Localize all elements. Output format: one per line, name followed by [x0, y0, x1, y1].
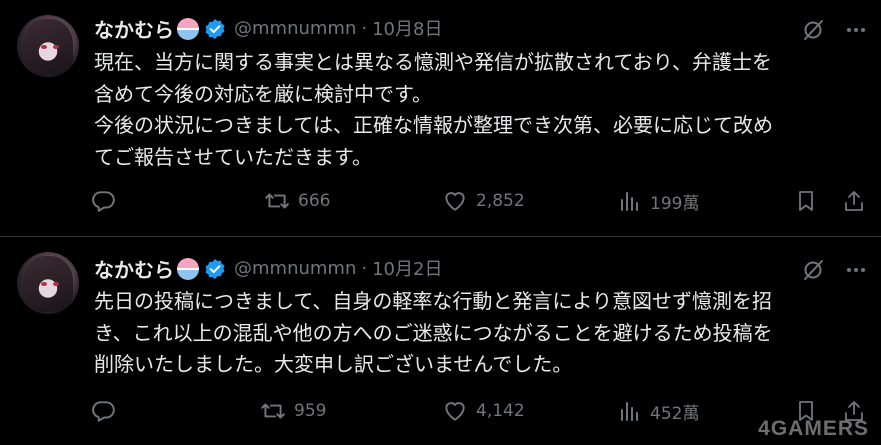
- retweet-button[interactable]: 666: [264, 186, 330, 216]
- tweet-text-line: 含めて今後の対応を厳に検討中です。: [94, 81, 432, 106]
- tweet-date[interactable]: 10月8日: [372, 15, 442, 41]
- share-button[interactable]: [842, 186, 874, 216]
- tweet-text-line: 先日の投稿につきまして、自身の軽率な行動と発言により意図せず憶測を招: [94, 289, 772, 313]
- avatar[interactable]: [17, 252, 79, 314]
- views-icon: [621, 192, 638, 211]
- grok-icon[interactable]: [801, 258, 825, 282]
- like-button[interactable]: 4,142: [442, 396, 525, 426]
- shaved-ice-emoji-icon: [177, 258, 199, 280]
- like-button[interactable]: 2,852: [442, 186, 525, 216]
- grok-icon[interactable]: [801, 18, 825, 42]
- more-icon[interactable]: [845, 259, 867, 281]
- views-count: 452萬: [650, 403, 700, 424]
- tweet-text-line: 現在、当方に関する事実とは異なる憶測や発信が拡散されており、弁護士を: [94, 50, 772, 74]
- like-icon: [445, 192, 465, 211]
- author-handle[interactable]: @mmnummn: [234, 18, 356, 39]
- tweet-text-line: き、これ以上の混乱や他の方へのご迷惑につながることを避けるため投稿を: [94, 320, 773, 345]
- reply-button[interactable]: [90, 396, 124, 426]
- tweet-text-line: てご報告させていただきます。: [94, 144, 372, 169]
- views-icon: [621, 402, 638, 421]
- avatar[interactable]: [17, 15, 79, 77]
- tweet-actions: 666 2,852 199萬: [90, 186, 870, 216]
- tweet-text: 先日の投稿につきまして、自身の軽率な行動と発言により意図せず憶測を招 き、これ以…: [94, 286, 864, 381]
- like-count: 2,852: [476, 191, 525, 211]
- tweet-header: なかむら @mmnummn · 10月2日: [94, 254, 442, 283]
- retweet-icon: [261, 403, 285, 419]
- tweet-date[interactable]: 10月2日: [372, 255, 442, 281]
- retweet-icon: [265, 193, 289, 209]
- tweet[interactable]: なかむら @mmnummn · 10月2日 先日の投稿につきまして、自身の軽率な…: [0, 237, 881, 445]
- author-name[interactable]: なかむら: [94, 14, 174, 43]
- verified-badge-icon: [205, 259, 225, 279]
- shaved-ice-emoji-icon: [177, 18, 199, 40]
- verified-badge-icon: [205, 19, 225, 39]
- separator-dot: ·: [361, 257, 368, 279]
- tweet[interactable]: なかむら @mmnummn · 10月8日 現在、当方に関する事実とは異なる憶測…: [0, 0, 881, 236]
- share-icon: [845, 191, 863, 211]
- author-handle[interactable]: @mmnummn: [234, 258, 356, 279]
- reply-button[interactable]: [90, 186, 124, 216]
- retweet-count: 666: [298, 191, 331, 211]
- views-button[interactable]: 199萬: [618, 186, 699, 216]
- reply-icon: [92, 191, 115, 212]
- like-icon: [445, 402, 465, 421]
- tweet-top-icons: [801, 18, 867, 42]
- tweet-text: 現在、当方に関する事実とは異なる憶測や発信が拡散されており、弁護士を 含めて今後…: [94, 47, 864, 173]
- tweet-top-icons: [801, 258, 867, 282]
- bookmark-icon: [799, 191, 813, 211]
- retweet-count: 959: [294, 401, 327, 421]
- retweet-button[interactable]: 959: [260, 396, 326, 426]
- tweet-actions: 959 4,142 452萬: [90, 396, 870, 426]
- tweet-header: なかむら @mmnummn · 10月8日: [94, 14, 442, 43]
- bookmark-button[interactable]: [794, 186, 826, 216]
- reply-icon: [92, 401, 115, 422]
- views-button[interactable]: 452萬: [618, 396, 699, 426]
- author-name[interactable]: なかむら: [94, 254, 174, 283]
- like-count: 4,142: [476, 401, 525, 421]
- more-icon[interactable]: [845, 19, 867, 41]
- tweet-text-line: 削除いたしました。大変申し訳ございませんでした。: [94, 352, 573, 376]
- watermark: 4GAMERS: [758, 417, 869, 440]
- views-count: 199萬: [650, 193, 700, 214]
- tweet-text-line: 今後の状況につきましては、正確な情報が整理でき次第、必要に応じて改め: [94, 113, 773, 137]
- separator-dot: ·: [361, 17, 368, 39]
